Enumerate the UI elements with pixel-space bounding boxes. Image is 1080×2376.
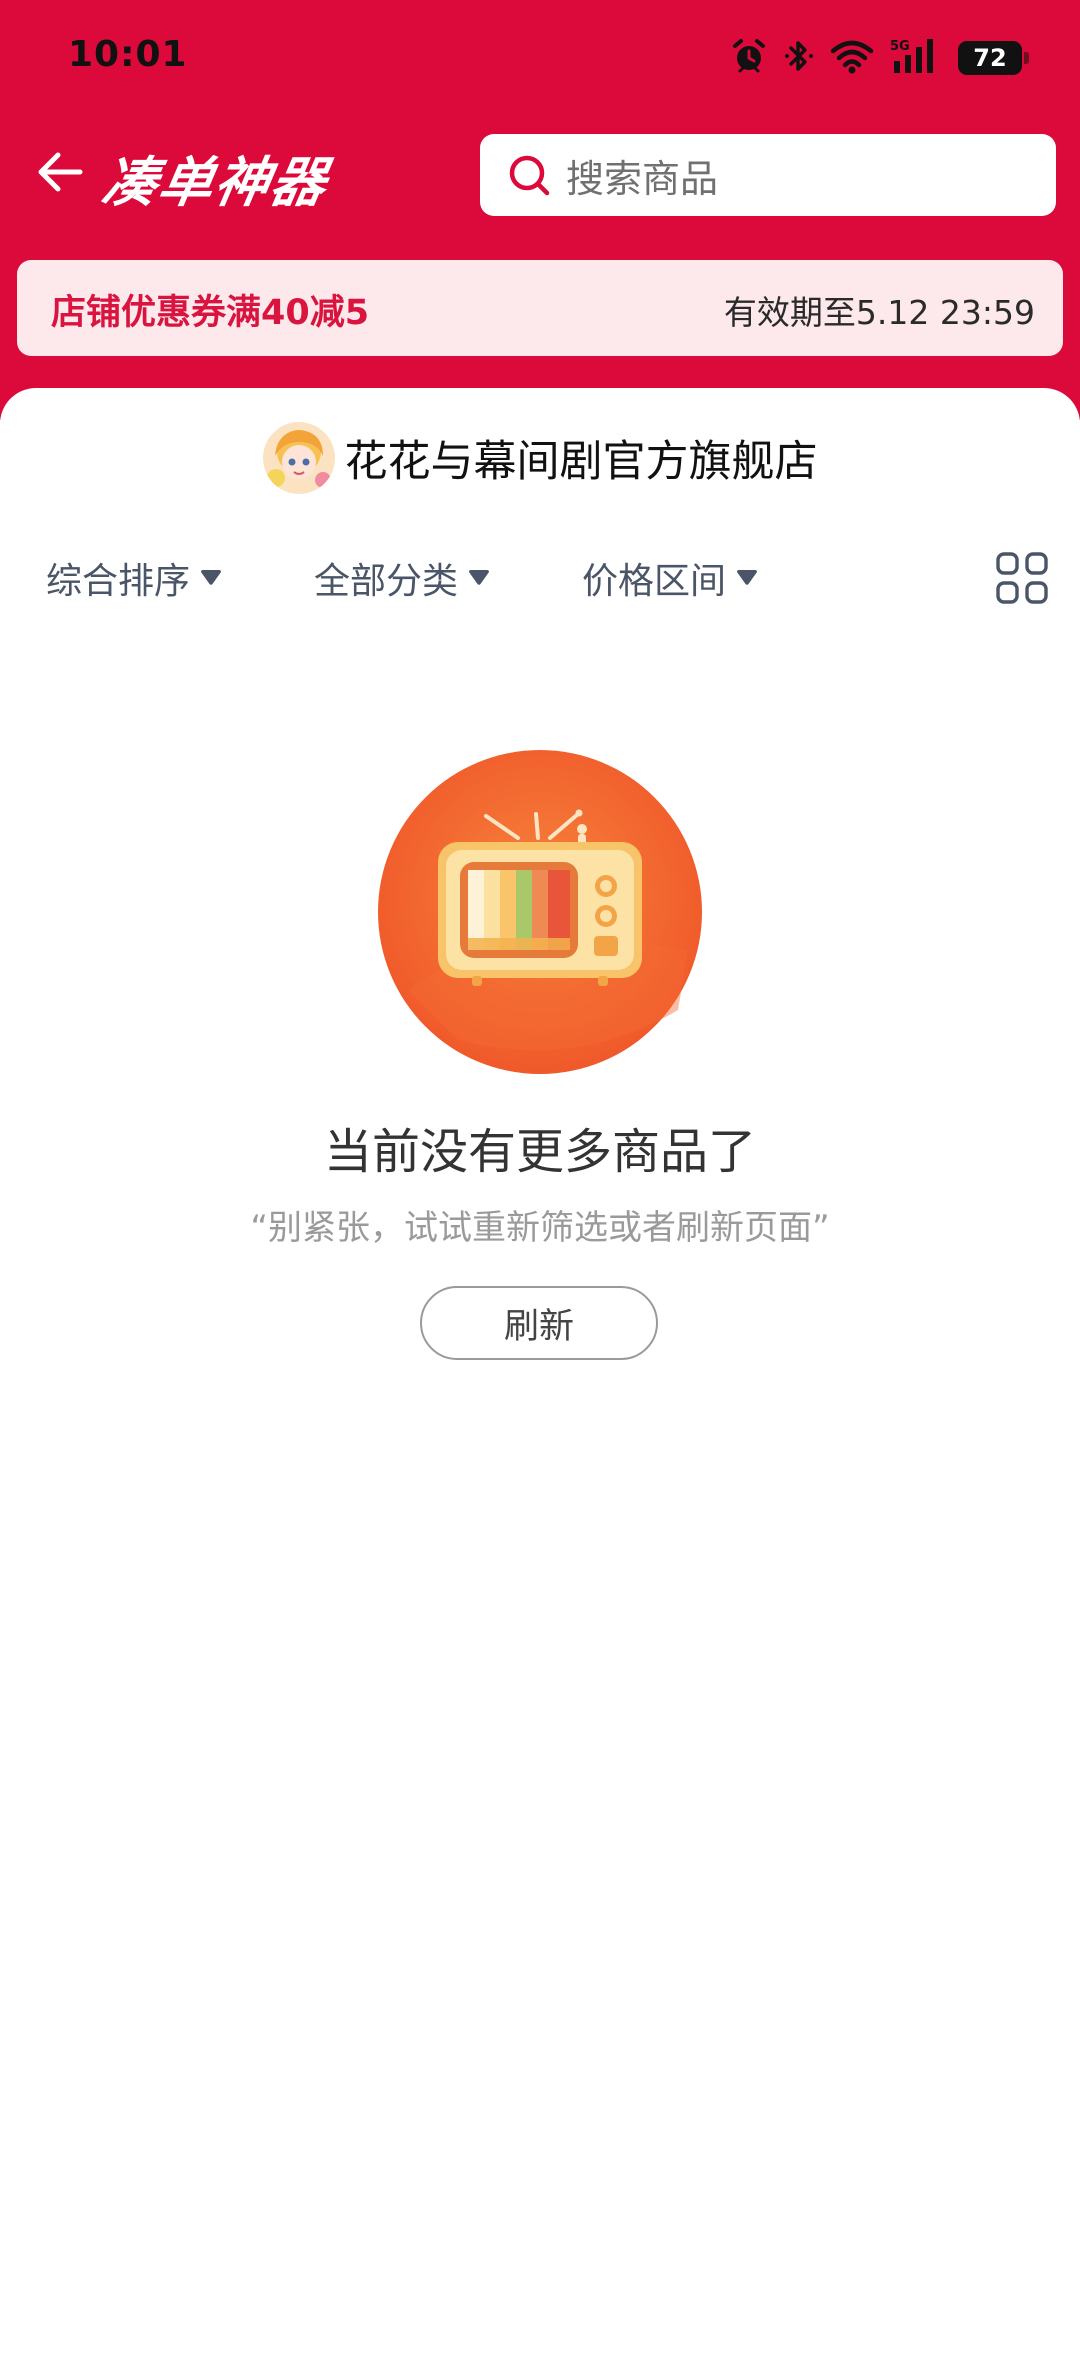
content-card: 花花与幕间剧官方旗舰店 综合排序 全部分类 价格区间 当前没有更多商品了 “别紧… <box>0 388 1080 2376</box>
tv-icon <box>378 750 702 1074</box>
nav-bar: 凑单神器 搜索商品 <box>0 120 1080 230</box>
grid-view-toggle[interactable] <box>994 550 1050 606</box>
battery-tip <box>1024 52 1029 64</box>
coupon-banner[interactable]: 店铺优惠券满40减5 有效期至5.12 23:59 <box>17 260 1063 356</box>
search-icon <box>506 152 552 198</box>
filter-sort[interactable]: 综合排序 <box>46 538 222 618</box>
status-icons: 5G 72 <box>730 37 1029 79</box>
caret-down-icon <box>201 570 222 585</box>
empty-state-hint: “别紧张，试试重新筛选或者刷新页面” <box>250 1208 830 1248</box>
alarm-icon <box>730 37 768 79</box>
signal-icon: 5G <box>890 37 942 79</box>
filter-bar: 综合排序 全部分类 价格区间 <box>0 538 1080 618</box>
filter-price-range[interactable]: 价格区间 <box>582 538 758 618</box>
wifi-icon <box>830 37 874 79</box>
caret-down-icon <box>469 570 490 585</box>
caret-down-icon <box>737 570 758 585</box>
search-input[interactable]: 搜索商品 <box>480 134 1056 216</box>
bluetooth-icon <box>784 37 814 79</box>
refresh-label: 刷新 <box>503 1306 574 1347</box>
battery-icon: 72 <box>958 41 1029 75</box>
shop-avatar <box>262 422 335 494</box>
search-placeholder: 搜索商品 <box>566 156 719 201</box>
app-logo: 凑单神器 <box>97 151 333 214</box>
filter-label: 综合排序 <box>46 561 191 602</box>
filter-label: 价格区间 <box>582 561 727 602</box>
status-time: 10:01 <box>68 34 188 75</box>
battery-level: 72 <box>973 44 1007 72</box>
back-arrow-icon <box>38 152 83 192</box>
grid-view-icon <box>996 552 1048 604</box>
coupon-expiry: 有效期至5.12 23:59 <box>723 293 1035 332</box>
empty-state-title: 当前没有更多商品了 <box>323 1124 756 1180</box>
back-button[interactable] <box>28 140 92 204</box>
shop-header[interactable]: 花花与幕间剧官方旗舰店 <box>0 418 1080 498</box>
network-type: 5G <box>890 39 910 54</box>
status-bar: 10:01 5G 72 <box>0 0 1080 120</box>
coupon-title: 店铺优惠券满40减5 <box>51 293 370 333</box>
filter-category[interactable]: 全部分类 <box>314 538 490 618</box>
filter-label: 全部分类 <box>314 561 459 602</box>
refresh-button[interactable]: 刷新 <box>420 1286 658 1360</box>
shop-name: 花花与幕间剧官方旗舰店 <box>344 437 818 487</box>
